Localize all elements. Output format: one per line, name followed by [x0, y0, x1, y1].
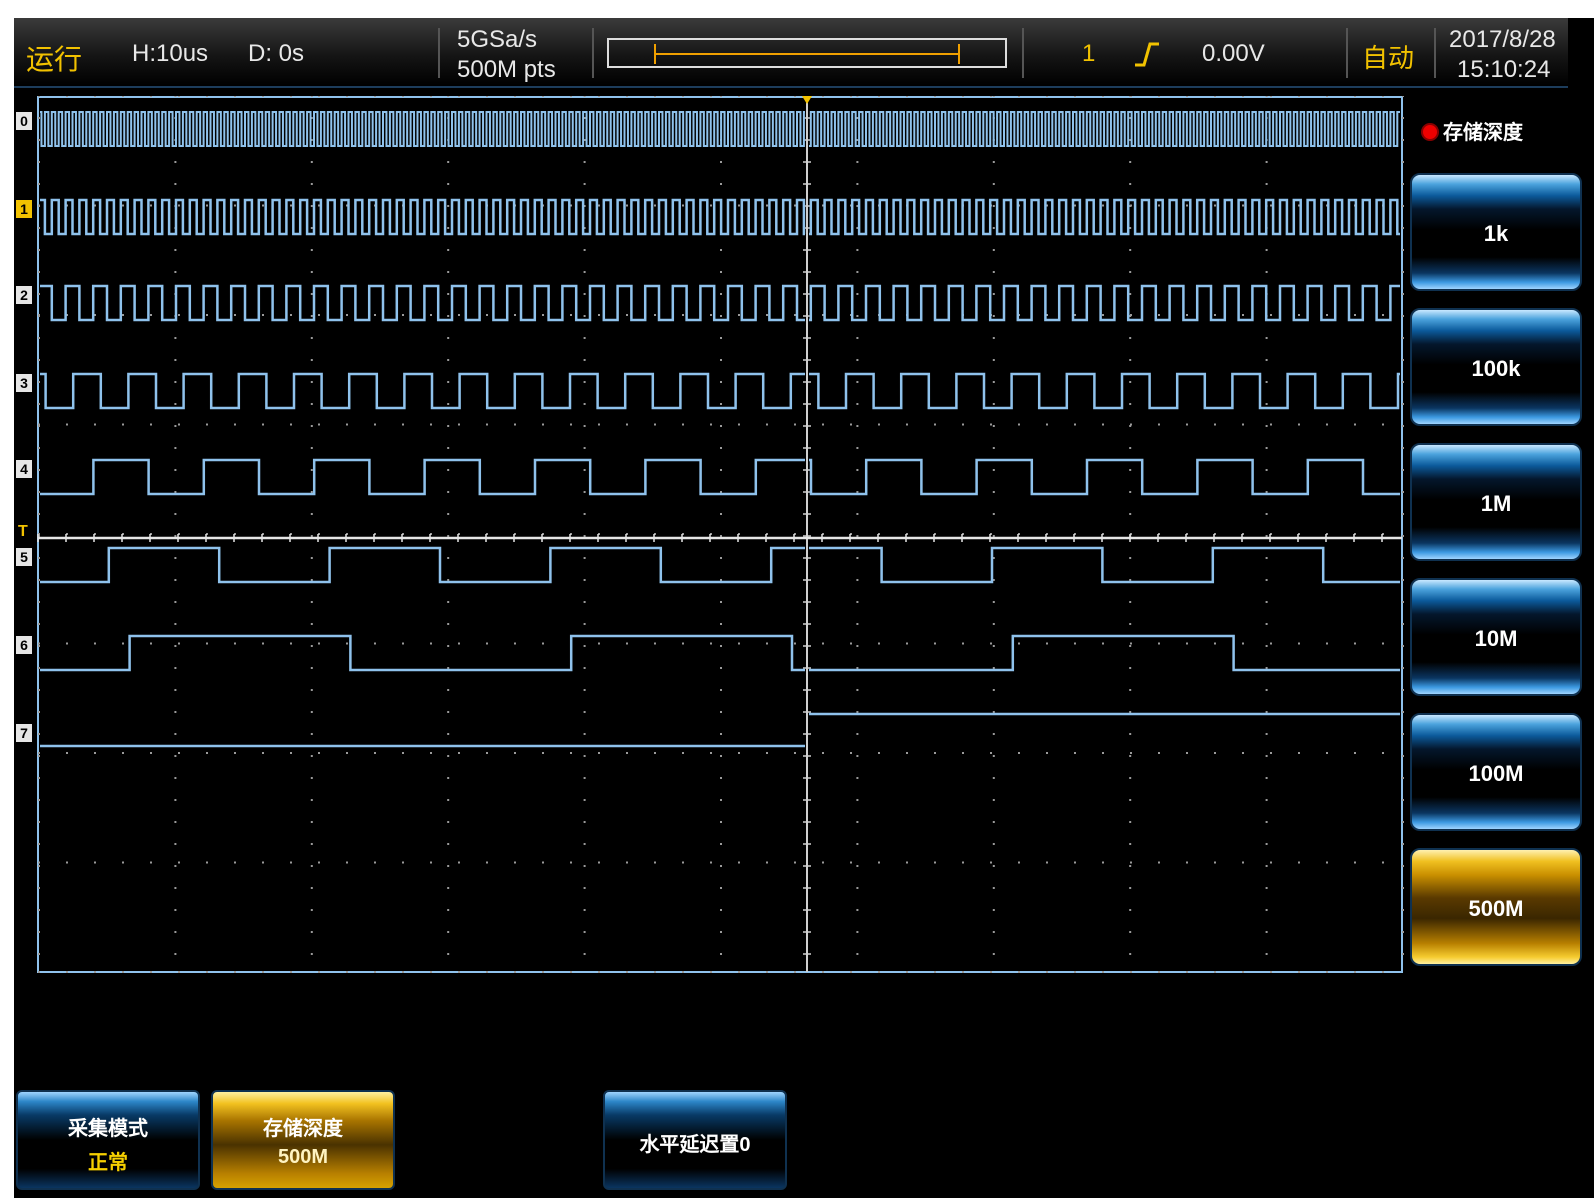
divider	[1022, 28, 1024, 78]
acq-mode-label: 采集模式	[68, 1118, 148, 1140]
channel-7-trace	[40, 712, 1400, 748]
sample-rate: 5GSa/s	[457, 26, 538, 53]
digital-traces	[37, 96, 1402, 748]
memory-depth-option-1k[interactable]: 1k	[1410, 173, 1582, 291]
memory-window-indicator[interactable]	[607, 38, 1007, 68]
mem-depth-label: 存储深度	[263, 1118, 343, 1140]
acq-mode-value: 正常	[88, 1152, 128, 1174]
memory-depth-option-500m[interactable]: 500M	[1410, 848, 1582, 966]
channel-7-label[interactable]: 7	[20, 725, 28, 741]
channel-2-label[interactable]: 2	[20, 287, 28, 303]
channel-0-label[interactable]: 0	[20, 113, 28, 129]
channel-4-label[interactable]: 4	[20, 461, 28, 477]
run-state[interactable]: 运行	[26, 38, 82, 78]
channel-2-trace	[40, 284, 1400, 322]
channel-1-trace	[40, 198, 1400, 236]
status-bar: 运行 H:10us D: 0s 5GSa/s 500M pts 1 0.00V …	[14, 18, 1568, 88]
channel-5-label[interactable]: 5	[20, 549, 28, 565]
horizontal-scale[interactable]: H:10us	[132, 40, 208, 68]
channel-3-label[interactable]: 3	[20, 375, 28, 391]
trigger-level[interactable]: 0.00V	[1202, 40, 1265, 68]
h-delay-reset-label: 水平延迟置0	[639, 1134, 751, 1156]
mem-depth-value: 500M	[277, 1146, 329, 1168]
divider	[438, 28, 440, 78]
side-menu-title: 存储深度	[1421, 116, 1523, 145]
channel-1-label[interactable]: 1	[20, 201, 28, 217]
memory-depth-option-100k[interactable]: 100k	[1410, 308, 1582, 426]
date: 2017/8/28	[1449, 26, 1556, 53]
trigger-level-marker[interactable]: T	[18, 523, 28, 540]
horizontal-delay-reset-button[interactable]: 水平延迟置0	[603, 1090, 787, 1190]
channel-6-label[interactable]: 6	[20, 637, 28, 653]
waveform-display: 0 1 2 3 4 5 6 7 T	[16, 96, 1404, 973]
memory-depth-option-10m[interactable]: 10M	[1410, 578, 1582, 696]
acquisition-mode-button[interactable]: 采集模式 正常	[16, 1090, 200, 1190]
trigger-source[interactable]: 1	[1082, 40, 1095, 68]
memory-depth-option-100m[interactable]: 100M	[1410, 713, 1582, 831]
horizontal-delay[interactable]: D: 0s	[248, 40, 304, 68]
divider	[1434, 28, 1436, 78]
record-dot-icon	[1421, 123, 1439, 141]
trigger-mode[interactable]: 自动	[1362, 38, 1414, 75]
memory-depth-button[interactable]: 存储深度 500M	[211, 1090, 395, 1190]
memory-points: 500M pts	[457, 56, 556, 83]
rising-edge-icon[interactable]	[1132, 40, 1162, 68]
memory-depth-option-1m[interactable]: 1M	[1410, 443, 1582, 561]
divider	[1346, 28, 1348, 78]
channel-4-trace	[40, 458, 1400, 496]
channel-6-trace	[40, 634, 1400, 672]
trigger-position-marker	[802, 96, 812, 104]
channel-3-trace	[40, 372, 1400, 410]
channel-5-trace	[40, 546, 1400, 584]
divider	[592, 28, 594, 78]
time: 15:10:24	[1457, 56, 1551, 83]
channel-labels: 0 1 2 3 4 5 6 7 T	[16, 112, 32, 742]
oscilloscope-screen: 运行 H:10us D: 0s 5GSa/s 500M pts 1 0.00V …	[14, 18, 1594, 1198]
